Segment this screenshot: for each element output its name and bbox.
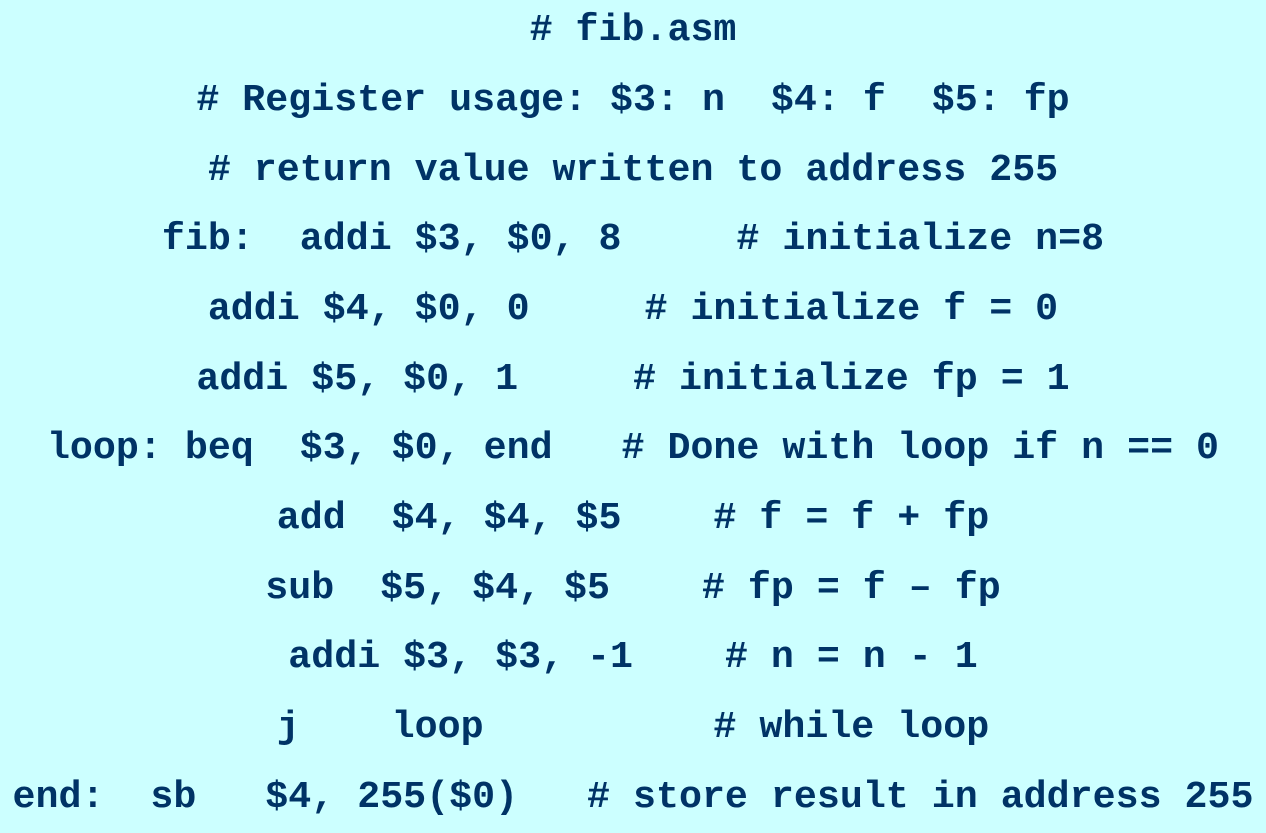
register-usage-comment: # Register usage: $3: n $4: f $5: fp bbox=[196, 78, 1070, 122]
code-line: addi $5, $0, 1 # initialize fp = 1 bbox=[196, 357, 1070, 401]
code-line: addi $3, $3, -1 # n = n - 1 bbox=[288, 635, 978, 679]
code-line: sub $5, $4, $5 # fp = f – fp bbox=[265, 566, 1001, 610]
code-line: fib: addi $3, $0, 8 # initialize n=8 bbox=[161, 217, 1105, 261]
code-line: j loop # while loop bbox=[276, 705, 990, 749]
code-line: end: sb $4, 255($0) # store result in ad… bbox=[12, 775, 1254, 819]
assembly-listing: # fib.asm # Register usage: $3: n $4: f … bbox=[0, 0, 1266, 833]
code-line: addi $4, $0, 0 # initialize f = 0 bbox=[207, 287, 1059, 331]
code-line: loop: beq $3, $0, end # Done with loop i… bbox=[46, 426, 1220, 470]
listing-title: # fib.asm bbox=[529, 8, 737, 52]
return-value-comment: # return value written to address 255 bbox=[207, 148, 1059, 192]
code-line: add $4, $4, $5 # f = f + fp bbox=[276, 496, 990, 540]
